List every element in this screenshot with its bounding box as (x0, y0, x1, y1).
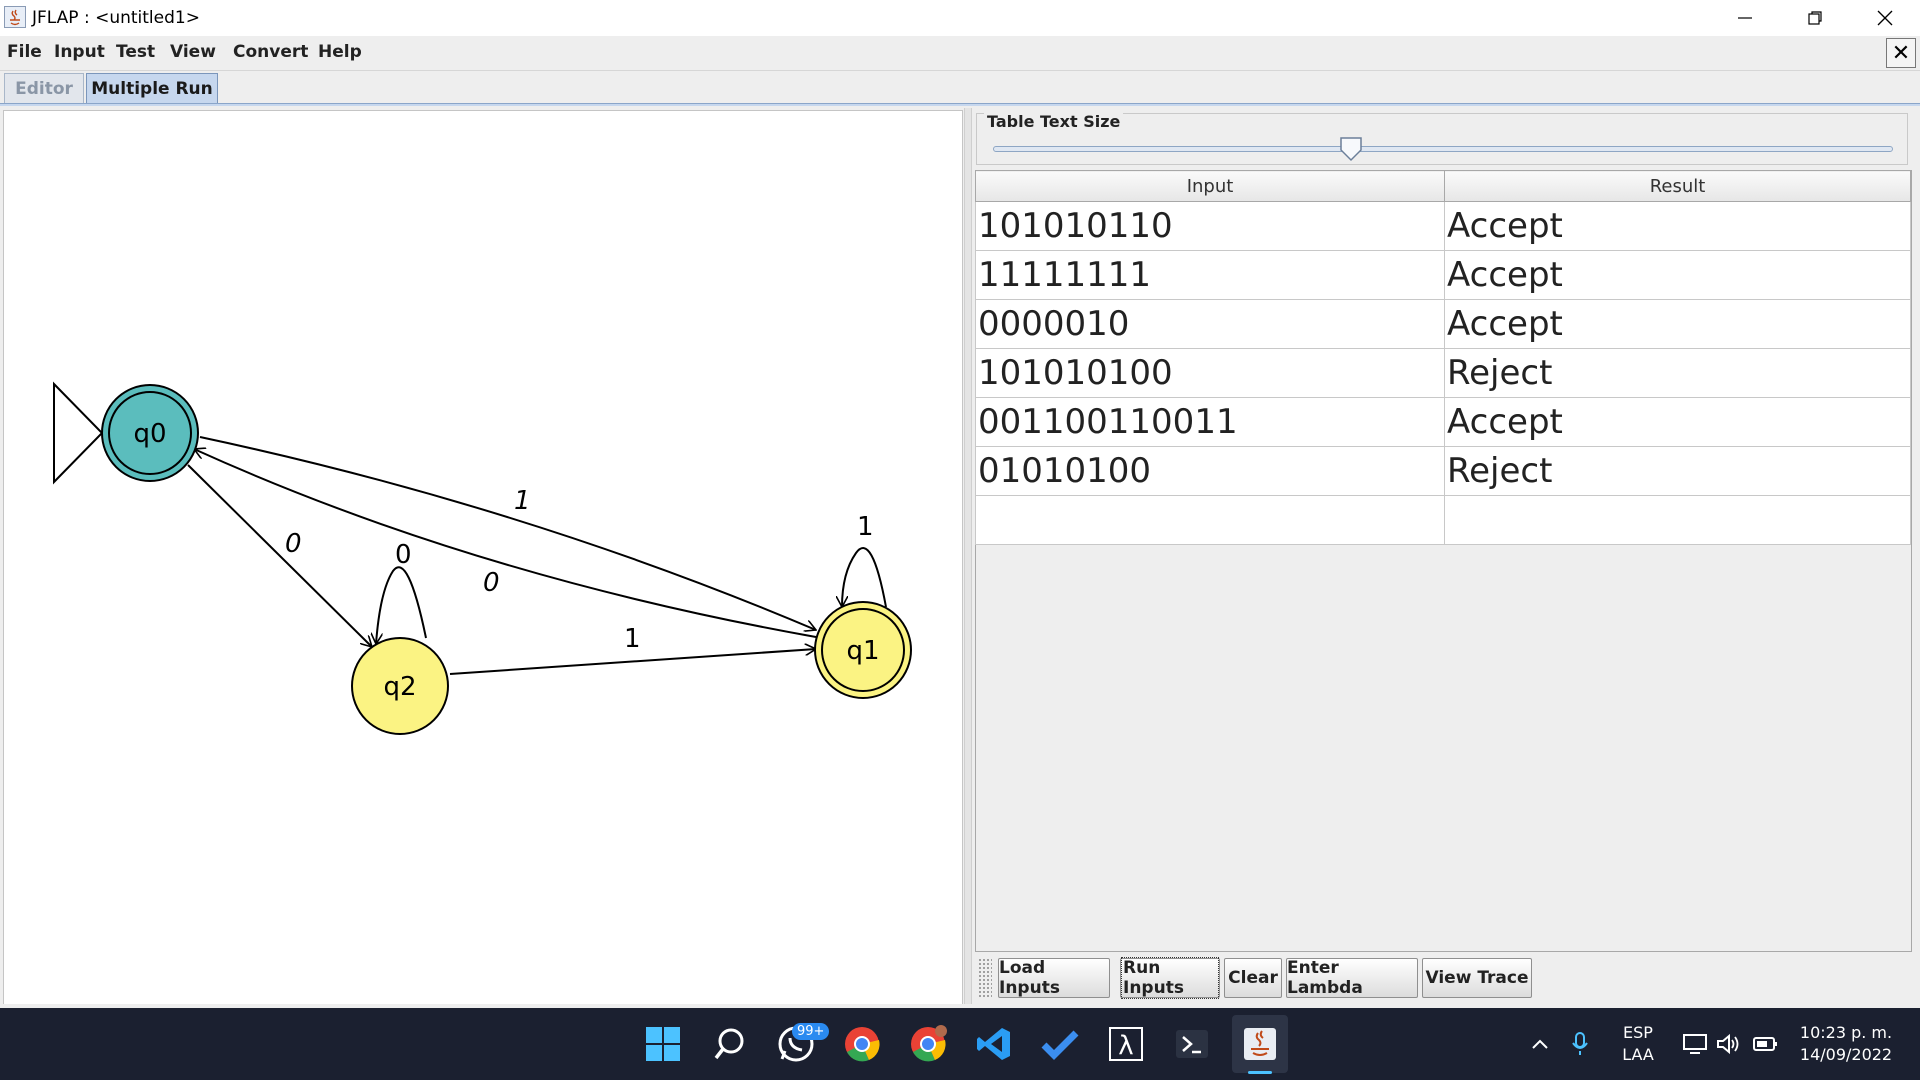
clock-time: 10:23 p. m. (1799, 1023, 1893, 1042)
table-row[interactable]: 01010100 Reject (975, 446, 1911, 496)
menu-convert[interactable]: Convert (233, 42, 308, 62)
results-table: Input Result 101010110 Accept 11111111 Acc… (975, 170, 1911, 545)
load-inputs-label: Load Inputs (999, 958, 1060, 998)
run-inputs-button[interactable]: Run Inputs (1120, 957, 1220, 999)
window-title: JFLAP : <untitled1> (32, 8, 200, 28)
close-tab-icon[interactable]: ✕ (1886, 38, 1916, 68)
java-icon[interactable] (1238, 1022, 1282, 1066)
menu-view[interactable]: View (170, 42, 216, 62)
result-cell: Reject (1444, 348, 1911, 398)
minimize-button[interactable] (1710, 0, 1780, 36)
state-q1[interactable]: q1 (814, 601, 912, 699)
view-trace-label: View Trace (1425, 968, 1529, 988)
menu-help[interactable]: Help (318, 42, 362, 62)
result-cell: Accept (1444, 201, 1911, 251)
run-inputs-label: Run Inputs (1121, 957, 1219, 999)
svg-text:λ: λ (1118, 1031, 1133, 1061)
input-cell[interactable]: 0000010 (975, 299, 1445, 349)
menu-input[interactable]: Input (54, 42, 105, 62)
loop-q2[interactable] (376, 566, 427, 644)
result-cell (1444, 495, 1911, 545)
chrome-icon[interactable] (840, 1022, 884, 1066)
table-row[interactable]: 101010110 Accept (975, 201, 1911, 251)
java-app-icon (4, 6, 26, 28)
keyboard-layout: LAA (1622, 1045, 1654, 1064)
label-q2-q1: 1 (624, 624, 641, 654)
slider-thumb[interactable] (1339, 136, 1363, 166)
clock[interactable]: 10:23 p. m. 14/09/2022 (1790, 1022, 1902, 1066)
table-row[interactable]: 0000010 Accept (975, 299, 1911, 349)
result-cell: Accept (1444, 299, 1911, 349)
table-row[interactable]: 001100110011 Accept (975, 397, 1911, 447)
automaton-canvas[interactable]: 1 0 0 0 1 1 q0 q1 q2 (3, 110, 963, 1006)
clear-button[interactable]: Clear (1224, 958, 1282, 998)
table-row[interactable] (975, 495, 1911, 545)
transition-q0-q2[interactable] (187, 464, 372, 647)
language-code: ESP (1623, 1023, 1653, 1042)
vscode-icon[interactable] (972, 1022, 1016, 1066)
enter-lambda-button[interactable]: Enter Lambda (1286, 958, 1418, 998)
input-cell[interactable]: 001100110011 (975, 397, 1445, 447)
windows-start-icon[interactable] (641, 1022, 685, 1066)
input-cell[interactable] (975, 495, 1445, 545)
menu-file[interactable]: File (7, 42, 42, 62)
whatsapp-badge: 99+ (792, 1020, 830, 1040)
chrome-profile-icon[interactable] (906, 1022, 950, 1066)
input-cell[interactable]: 101010100 (975, 348, 1445, 398)
restore-button[interactable] (1780, 0, 1850, 36)
state-q0[interactable]: q0 (101, 384, 199, 482)
active-app-indicator (1248, 1071, 1272, 1074)
column-header-result[interactable]: Result (1444, 170, 1911, 202)
input-cell[interactable]: 01010100 (975, 446, 1445, 496)
loop-q1[interactable] (842, 547, 887, 607)
initial-state-arrow (53, 381, 104, 485)
result-cell: Reject (1444, 446, 1911, 496)
battery-icon[interactable] (1744, 1022, 1788, 1066)
view-trace-button[interactable]: View Trace (1422, 958, 1532, 998)
table-text-size-label: Table Text Size (984, 112, 1124, 131)
input-cell[interactable]: 11111111 (975, 250, 1445, 300)
tab-bar (0, 71, 1920, 103)
table-row[interactable]: 11111111 Accept (975, 250, 1911, 300)
enter-lambda-label: Enter Lambda (1287, 958, 1363, 998)
todo-check-icon[interactable] (1038, 1022, 1082, 1066)
powershell-icon[interactable] (1170, 1022, 1214, 1066)
label-q1-loop: 1 (857, 512, 874, 542)
label-q1-q0: 0 (483, 568, 500, 598)
label-q0-q1: 1 (514, 486, 531, 516)
menu-test[interactable]: Test (116, 42, 155, 62)
table-text-size-slider[interactable] (993, 146, 1893, 152)
state-q2[interactable]: q2 (351, 637, 449, 735)
result-cell: Accept (1444, 397, 1911, 447)
state-q2-label: q2 (383, 672, 416, 702)
language-indicator[interactable]: ESP LAA (1610, 1022, 1666, 1066)
label-q2-loop: 0 (395, 540, 412, 570)
title-bar: JFLAP : <untitled1> (0, 0, 1920, 36)
result-cell: Accept (1444, 250, 1911, 300)
clock-date: 14/09/2022 (1799, 1045, 1893, 1064)
tab-multiple-run[interactable]: Multiple Run (86, 73, 218, 103)
automaton-diagram: 1 0 0 0 1 1 q0 q1 q2 (53, 381, 912, 735)
state-q1-label: q1 (846, 636, 879, 666)
input-cell[interactable]: 101010110 (975, 201, 1445, 251)
load-inputs-button[interactable]: Load Inputs (998, 958, 1110, 998)
label-q0-q2: 0 (285, 529, 302, 559)
state-q0-label: q0 (133, 419, 166, 449)
lambda-app-icon[interactable]: λ (1104, 1022, 1148, 1066)
chevron-up-icon[interactable] (1518, 1022, 1562, 1066)
microphone-icon[interactable] (1558, 1022, 1602, 1066)
column-header-input[interactable]: Input (975, 170, 1445, 202)
tab-editor[interactable]: Editor (4, 73, 84, 103)
split-pane-divider[interactable] (964, 108, 972, 1004)
table-row[interactable]: 101010100 Reject (975, 348, 1911, 398)
clear-label: Clear (1228, 968, 1278, 988)
toolbar-grip[interactable] (978, 958, 992, 998)
search-icon[interactable] (708, 1022, 752, 1066)
close-window-button[interactable] (1850, 0, 1920, 36)
